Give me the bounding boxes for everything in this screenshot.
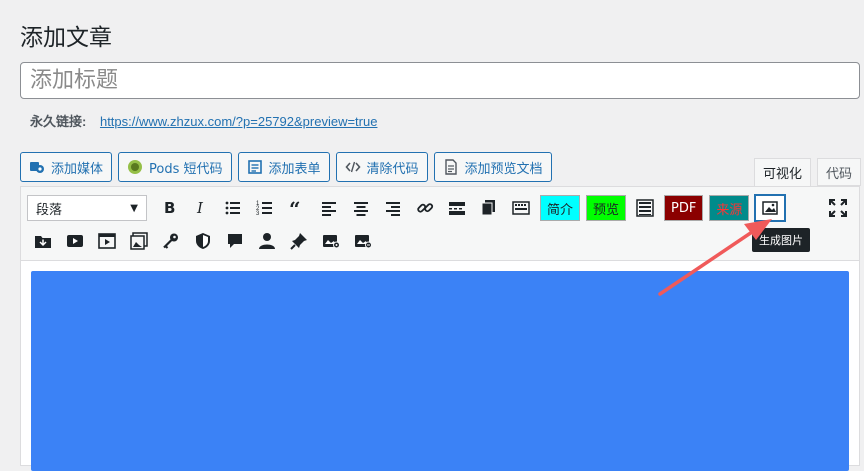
align-center-button[interactable] [345, 194, 377, 222]
toolbar-row-1: 段落 ▼ B I 123 “ 简介 预览 PDF 来源 [27, 194, 787, 222]
generate-image-button[interactable] [754, 194, 787, 222]
tab-visual[interactable]: 可视化 [754, 158, 812, 187]
insert-link-button[interactable] [409, 194, 441, 222]
permalink-link[interactable]: https://www.zhzux.com/?p=25792&preview=t… [100, 114, 377, 129]
bold-button[interactable]: B [153, 194, 185, 222]
pods-icon [127, 159, 143, 175]
format-select[interactable]: 段落 ▼ [27, 195, 147, 221]
align-right-button[interactable] [377, 194, 409, 222]
image-settings-icon[interactable] [315, 227, 347, 255]
pin-icon[interactable] [283, 227, 315, 255]
film-icon[interactable] [91, 227, 123, 255]
key-icon[interactable] [155, 227, 187, 255]
add-media-label: 添加媒体 [51, 161, 104, 177]
toolbar-toggle-button[interactable] [505, 194, 537, 222]
italic-button[interactable]: I [185, 194, 217, 222]
page-title: 添加文章 [20, 24, 112, 50]
add-preview-doc-button[interactable]: 添加预览文档 [433, 152, 552, 182]
numbered-list-button[interactable]: 123 [249, 194, 281, 222]
svg-text:3: 3 [256, 211, 260, 217]
toolbar-row-2 [27, 227, 379, 255]
intro-button[interactable]: 简介 [540, 195, 581, 221]
svg-text:“: “ [289, 199, 301, 217]
add-preview-doc-label: 添加预览文档 [464, 161, 543, 177]
add-media-button[interactable]: 添加媒体 [20, 152, 113, 182]
comment-icon[interactable] [219, 227, 251, 255]
editor: 段落 ▼ B I 123 “ 简介 预览 PDF 来源 生成图片 [20, 186, 860, 471]
media-icon [29, 159, 45, 175]
format-select-value: 段落 [36, 202, 63, 218]
copy-icon[interactable] [473, 194, 505, 222]
image-icon [762, 201, 779, 215]
permalink: 永久链接: https://www.zhzux.com/?p=25792&pre… [30, 111, 377, 130]
editor-tabs: 可视化 代码 [754, 158, 862, 187]
svg-text:I: I [196, 199, 204, 217]
align-left-button[interactable] [313, 194, 345, 222]
form-icon [247, 159, 263, 175]
shield-icon[interactable] [187, 227, 219, 255]
add-form-button[interactable]: 添加表单 [237, 152, 330, 182]
download-icon[interactable] [27, 227, 59, 255]
table-icon[interactable] [629, 194, 661, 222]
editor-content-block[interactable] [31, 271, 849, 471]
blockquote-button[interactable]: “ [281, 194, 313, 222]
svg-text:B: B [164, 199, 175, 217]
preview-button[interactable]: 预览 [586, 195, 627, 221]
read-more-button[interactable] [441, 194, 473, 222]
pods-shortcode-button[interactable]: Pods 短代码 [118, 152, 232, 182]
clear-code-button[interactable]: 清除代码 [335, 152, 428, 182]
permalink-label: 永久链接: [30, 114, 87, 129]
editor-toolbar: 段落 ▼ B I 123 “ 简介 预览 PDF 来源 生成图片 [21, 187, 859, 261]
tab-text[interactable]: 代码 [817, 158, 862, 186]
bullet-list-button[interactable] [217, 194, 249, 222]
video-icon[interactable] [59, 227, 91, 255]
media-buttons: 添加媒体 Pods 短代码 添加表单 清除代码 添加预览文档 [20, 152, 552, 182]
pods-shortcode-label: Pods 短代码 [149, 161, 223, 177]
title-input[interactable] [20, 62, 860, 99]
document-icon [443, 159, 459, 175]
clear-code-label: 清除代码 [366, 161, 419, 177]
code-icon [344, 159, 361, 175]
add-form-label: 添加表单 [268, 161, 321, 177]
fullscreen-icon [829, 199, 847, 217]
image-edit-icon[interactable] [347, 227, 379, 255]
source-button[interactable]: 来源 [709, 195, 750, 221]
chevron-down-icon: ▼ [130, 202, 138, 214]
fullscreen-button[interactable] [827, 197, 849, 219]
pdf-button[interactable]: PDF [664, 195, 704, 221]
gallery-icon[interactable] [123, 227, 155, 255]
user-icon[interactable] [251, 227, 283, 255]
generate-image-tooltip: 生成图片 [752, 228, 810, 252]
